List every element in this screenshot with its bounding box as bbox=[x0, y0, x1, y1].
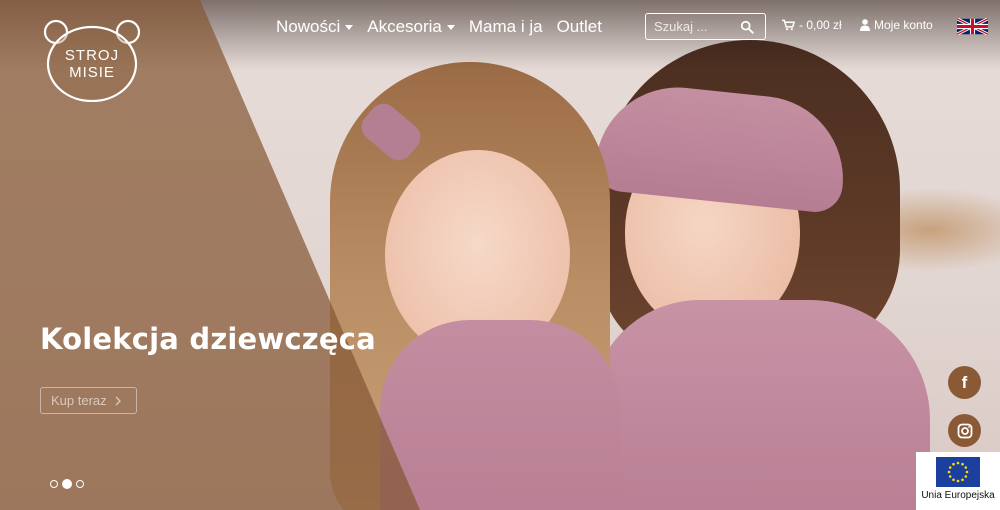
search-box bbox=[645, 13, 766, 40]
hero-banner bbox=[0, 0, 1000, 510]
nav-item-label: Nowości bbox=[276, 17, 341, 36]
caret-down-icon bbox=[345, 24, 354, 30]
slider-dot-3[interactable] bbox=[76, 480, 84, 488]
slider-dot-1[interactable] bbox=[50, 480, 58, 488]
slider-dots bbox=[50, 479, 84, 489]
logo-line-2: MISIE bbox=[69, 64, 115, 81]
account-link[interactable]: Moje konto bbox=[860, 18, 933, 32]
nav-item-label: Outlet bbox=[556, 17, 602, 36]
eu-badge[interactable]: Unia Europejska bbox=[916, 452, 1000, 510]
account-label: Moje konto bbox=[874, 18, 933, 32]
user-icon bbox=[860, 19, 870, 31]
instagram-button[interactable] bbox=[948, 414, 981, 447]
eu-flag-icon bbox=[936, 457, 980, 487]
logo-line-1: STROJ bbox=[64, 47, 120, 64]
instagram-icon bbox=[957, 423, 972, 438]
shop-now-label: Kup teraz bbox=[51, 393, 107, 408]
nav-item-label: Mama i ja bbox=[468, 17, 543, 36]
nav-item-nowosci[interactable]: Nowości bbox=[276, 16, 354, 38]
facebook-icon: f bbox=[961, 372, 968, 392]
nav-item-label: Akcesoria bbox=[367, 17, 442, 36]
nav-item-outlet[interactable]: Outlet bbox=[557, 16, 602, 38]
site-logo[interactable]: STROJ MISIE bbox=[42, 18, 142, 103]
hero-photo-child-right-dress bbox=[590, 300, 930, 510]
cart-link[interactable]: - 0,00 zł bbox=[782, 18, 842, 32]
nav-item-akcesoria[interactable]: Akcesoria bbox=[367, 16, 455, 38]
slider-dot-2[interactable] bbox=[62, 479, 72, 489]
shop-now-button[interactable]: Kup teraz bbox=[40, 387, 137, 414]
hero-photo-child-left-dress bbox=[380, 320, 620, 510]
facebook-button[interactable]: f bbox=[948, 366, 981, 399]
chevron-right-icon bbox=[115, 396, 121, 405]
hero-title: Kolekcja dziewczęca bbox=[40, 322, 376, 356]
search-input[interactable] bbox=[646, 19, 738, 34]
cart-total: - 0,00 zł bbox=[799, 18, 842, 32]
search-icon[interactable] bbox=[740, 20, 754, 34]
uk-flag-icon[interactable] bbox=[957, 18, 988, 35]
eu-badge-label: Unia Europejska bbox=[921, 490, 995, 501]
caret-down-icon bbox=[446, 24, 455, 30]
cart-icon bbox=[782, 19, 795, 31]
main-nav: Nowości Akcesoria Mama i ja Outlet bbox=[276, 16, 602, 38]
nav-item-mama-i-ja[interactable]: Mama i ja bbox=[469, 16, 543, 38]
